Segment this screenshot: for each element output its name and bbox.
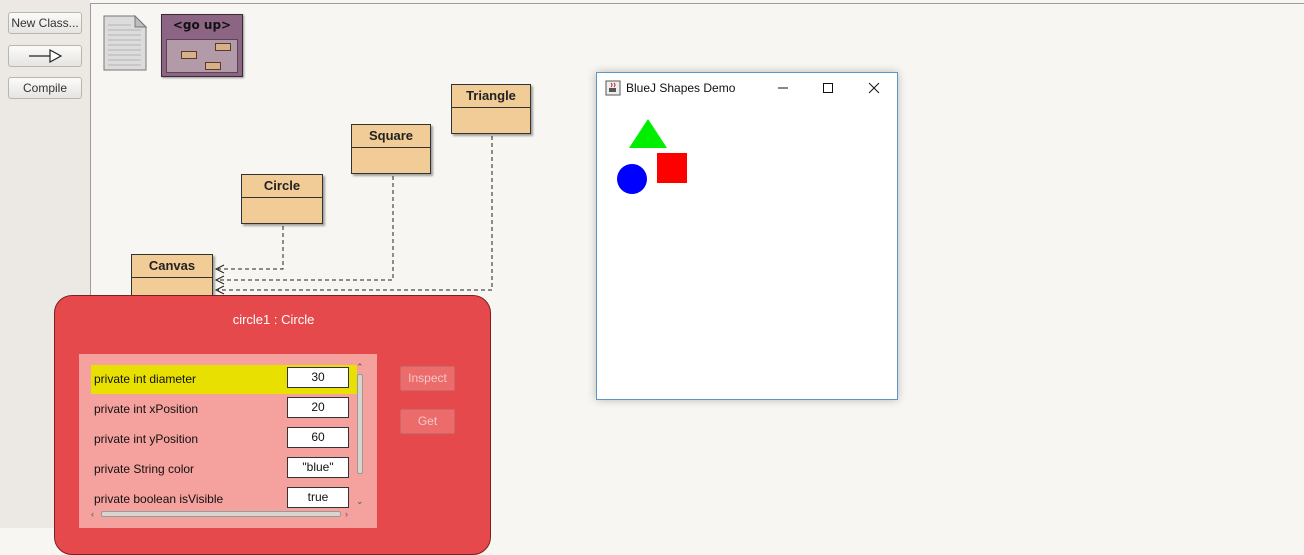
maximize-button[interactable] xyxy=(805,73,851,103)
field-label: private String color xyxy=(94,462,195,476)
shapes-canvas xyxy=(617,119,687,194)
horizontal-scrollbar[interactable]: ‹ › xyxy=(89,508,355,520)
class-name: Canvas xyxy=(132,255,212,278)
field-row-color[interactable]: private String color "blue" xyxy=(91,455,357,484)
window-title-bar[interactable]: BlueJ Shapes Demo xyxy=(597,73,897,103)
scroll-left-icon[interactable]: ‹ xyxy=(91,509,94,519)
scroll-right-icon[interactable]: › xyxy=(345,509,348,519)
field-value: 30 xyxy=(287,367,349,388)
blue-circle xyxy=(617,164,647,194)
vertical-scrollbar[interactable]: ⌃ ⌄ xyxy=(355,362,365,508)
fields-panel[interactable]: private int diameter 30 private int xPos… xyxy=(79,354,377,528)
scroll-thumb[interactable] xyxy=(101,511,341,517)
scroll-up-icon[interactable]: ⌃ xyxy=(356,362,364,372)
minimize-icon xyxy=(778,87,788,89)
field-label: private int xPosition xyxy=(94,402,199,416)
field-label: private int yPosition xyxy=(94,432,199,446)
close-icon xyxy=(868,82,880,94)
scroll-down-icon[interactable]: ⌄ xyxy=(356,496,364,506)
field-row-isvisible[interactable]: private boolean isVisible true xyxy=(91,485,357,508)
field-value: true xyxy=(287,487,349,508)
field-row-yposition[interactable]: private int yPosition 60 xyxy=(91,425,357,454)
class-name: Circle xyxy=(242,175,322,198)
close-button[interactable] xyxy=(851,73,897,103)
class-name: Triangle xyxy=(452,85,530,108)
shapes-demo-window[interactable]: BlueJ Shapes Demo xyxy=(596,72,898,400)
field-value: 20 xyxy=(287,397,349,418)
field-label: private int diameter xyxy=(94,372,197,386)
window-title: BlueJ Shapes Demo xyxy=(626,81,736,95)
field-value: 60 xyxy=(287,427,349,448)
field-row-xposition[interactable]: private int xPosition 20 xyxy=(91,395,357,424)
inspect-button[interactable]: Inspect xyxy=(400,366,455,391)
red-square xyxy=(657,153,687,183)
field-row-diameter[interactable]: private int diameter 30 xyxy=(91,365,357,394)
get-button[interactable]: Get xyxy=(400,409,455,434)
inspector-title: circle1 : Circle xyxy=(232,312,315,327)
class-circle[interactable]: Circle xyxy=(241,174,323,224)
maximize-icon xyxy=(823,83,833,93)
field-value: "blue" xyxy=(287,457,349,478)
class-triangle[interactable]: Triangle xyxy=(451,84,531,134)
object-inspector[interactable]: circle1 : Circle private int diameter 30… xyxy=(54,295,491,555)
scroll-thumb[interactable] xyxy=(357,374,363,474)
field-label: private boolean isVisible xyxy=(94,492,224,506)
green-triangle xyxy=(629,119,667,148)
class-name: Square xyxy=(352,125,430,148)
java-cup-icon xyxy=(605,80,621,96)
class-square[interactable]: Square xyxy=(351,124,431,174)
minimize-button[interactable] xyxy=(760,73,806,103)
